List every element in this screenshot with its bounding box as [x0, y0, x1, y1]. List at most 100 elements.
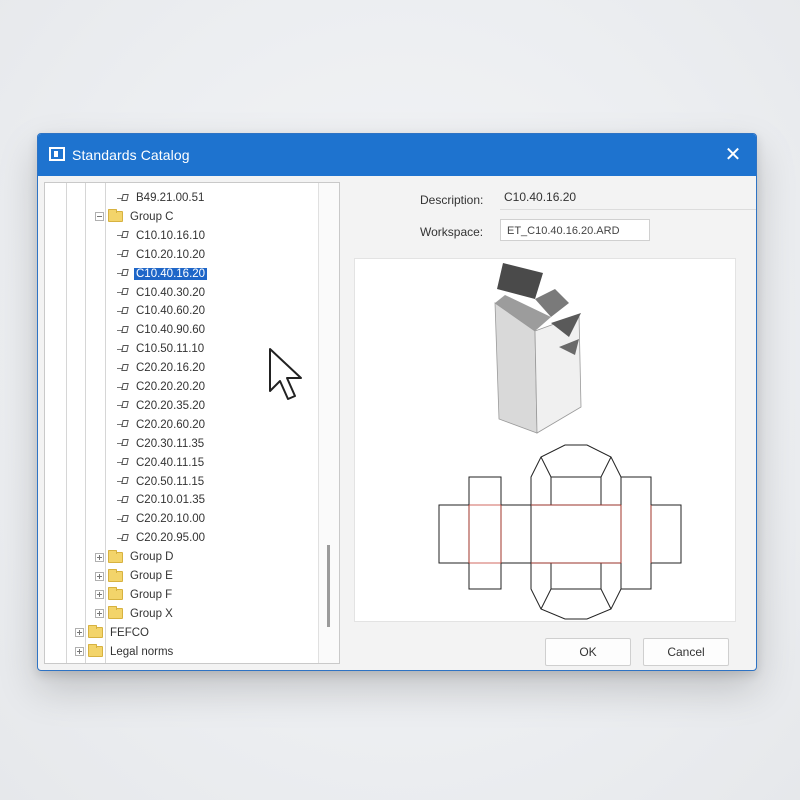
- cancel-button[interactable]: Cancel: [643, 638, 729, 666]
- tree-item[interactable]: C20.20.60.20: [117, 416, 207, 434]
- tree-item[interactable]: C10.40.90.60: [117, 321, 207, 339]
- box-dieline: [438, 444, 682, 620]
- standard-item-icon: [117, 268, 130, 279]
- catalog-icon: [49, 147, 65, 161]
- tree-label: C20.40.11.15: [136, 456, 205, 469]
- tree-item[interactable]: C20.10.01.35: [117, 491, 207, 509]
- tree-item[interactable]: B49.21.00.51: [117, 189, 206, 207]
- tree-label: C10.40.60.20: [136, 305, 206, 318]
- tree-label: Group D: [130, 551, 174, 564]
- expand-icon[interactable]: [95, 590, 104, 600]
- mouse-pointer-icon: [269, 348, 302, 400]
- tree-item[interactable]: C20.40.11.15: [117, 454, 206, 472]
- separator: [500, 209, 756, 210]
- expand-icon[interactable]: [95, 552, 104, 562]
- crease-lines: [468, 504, 652, 564]
- catalog-tree[interactable]: B49.21.00.51 Group C C10.10.16.10 C10.20.10…: [44, 182, 340, 664]
- tree-label: Group E: [130, 570, 173, 582]
- tree-item[interactable]: C20.50.11.15: [117, 473, 206, 491]
- standard-item-icon: [117, 249, 130, 260]
- tree-label: C10.40.30.20: [136, 286, 206, 299]
- standard-item-icon: [117, 193, 130, 204]
- tree-label: C20.20.60.20: [136, 418, 206, 431]
- tree-label: Group X: [130, 607, 173, 620]
- folder-icon: [108, 606, 123, 620]
- folder-icon: [88, 644, 103, 658]
- folder-icon: [108, 549, 123, 563]
- tree-label: C20.20.16.20: [136, 362, 206, 375]
- tree-group[interactable]: Group D: [95, 548, 175, 566]
- tree-item[interactable]: C10.20.10.20: [117, 246, 207, 264]
- workspace-field[interactable]: ET_C10.40.16.20.ARD: [500, 219, 650, 241]
- tree-group[interactable]: Legal norms: [75, 643, 175, 661]
- tree-label: C10.40.90.60: [136, 324, 206, 337]
- tree-label: C10.10.16.10: [136, 229, 206, 242]
- standards-catalog-dialog: Standards Catalog ✕ B49.21.00.51 Group C C…: [37, 133, 757, 671]
- standard-item-icon: [117, 230, 130, 241]
- tree-item[interactable]: C20.20.95.00: [117, 529, 207, 547]
- tree-guide-line: [66, 183, 67, 663]
- scroll-thumb[interactable]: [327, 545, 330, 627]
- standard-item-icon: [117, 419, 130, 430]
- tree-item[interactable]: C10.40.60.20: [117, 302, 207, 320]
- tree-label: C20.20.35.20: [136, 399, 206, 412]
- tree-label: Legal norms: [110, 645, 174, 658]
- standard-item-icon: [117, 476, 130, 487]
- folder-icon: [108, 587, 123, 601]
- tree-group[interactable]: Group E: [95, 567, 175, 585]
- workspace-label: Workspace:: [420, 225, 484, 239]
- tree-label: Group C: [130, 210, 174, 223]
- standard-item-icon: [117, 363, 130, 374]
- folder-icon: [108, 209, 123, 223]
- preview-panel: [354, 258, 736, 622]
- tree-label: C20.50.11.15: [136, 475, 205, 488]
- tree-item[interactable]: C10.10.16.10: [117, 227, 207, 245]
- ok-button[interactable]: OK: [545, 638, 631, 666]
- expand-icon[interactable]: [75, 628, 84, 638]
- standard-item-icon: [117, 495, 130, 506]
- tree-item[interactable]: C20.30.11.35: [117, 435, 206, 453]
- expand-icon[interactable]: [95, 609, 104, 619]
- tree-label: FEFCO: [110, 626, 149, 639]
- standard-item-icon: [117, 382, 130, 393]
- tree-label: B49.21.00.51: [136, 192, 205, 204]
- standard-item-icon: [117, 287, 130, 298]
- standard-item-icon: [117, 514, 130, 525]
- tree-group[interactable]: Group X: [95, 605, 175, 623]
- tree-item[interactable]: C20.20.35.20: [117, 397, 207, 415]
- tree-group[interactable]: Group C: [95, 208, 175, 226]
- standard-item-icon: [117, 306, 130, 317]
- expand-icon[interactable]: [95, 571, 104, 581]
- tree-item[interactable]: C20.20.10.00: [117, 510, 207, 528]
- tree-label: C20.10.01.35: [136, 494, 206, 507]
- tree-item[interactable]: C10.50.11.10: [117, 340, 206, 358]
- tree-label: Group F: [130, 588, 173, 601]
- collapse-icon[interactable]: [95, 212, 104, 222]
- tree-group[interactable]: Group F: [95, 586, 174, 604]
- standard-item-icon: [117, 457, 130, 468]
- box-3d-render: [494, 263, 582, 434]
- tree-item[interactable]: C20.20.20.20: [117, 378, 207, 396]
- tree-item[interactable]: C10.40.16.20: [117, 265, 208, 283]
- tree-label: C20.20.10.00: [136, 513, 206, 526]
- tree-label: C10.20.10.20: [136, 248, 206, 261]
- close-button[interactable]: ✕: [720, 142, 746, 168]
- standard-item-icon: [117, 325, 130, 336]
- tree-scrollbar[interactable]: [318, 183, 339, 663]
- tree-item[interactable]: C10.40.30.20: [117, 284, 207, 302]
- expand-icon[interactable]: [75, 647, 84, 657]
- box-preview-drawing: [438, 263, 682, 620]
- window-title: Standards Catalog: [72, 147, 190, 163]
- tree-guide-line: [85, 183, 86, 663]
- folder-icon: [108, 568, 123, 582]
- description-label: Description:: [420, 193, 484, 207]
- description-value: C10.40.16.20: [504, 190, 577, 204]
- standard-item-icon: [117, 438, 130, 449]
- tree-label: C10.40.16.20: [134, 267, 208, 280]
- tree-item[interactable]: C20.20.16.20: [117, 359, 207, 377]
- tree-label: C20.20.95.00: [136, 532, 206, 545]
- tree-group[interactable]: FEFCO: [75, 624, 151, 642]
- standard-item-icon: [117, 400, 130, 411]
- tree-label: C10.50.11.10: [136, 343, 205, 356]
- tree-label: C20.30.11.35: [136, 437, 205, 450]
